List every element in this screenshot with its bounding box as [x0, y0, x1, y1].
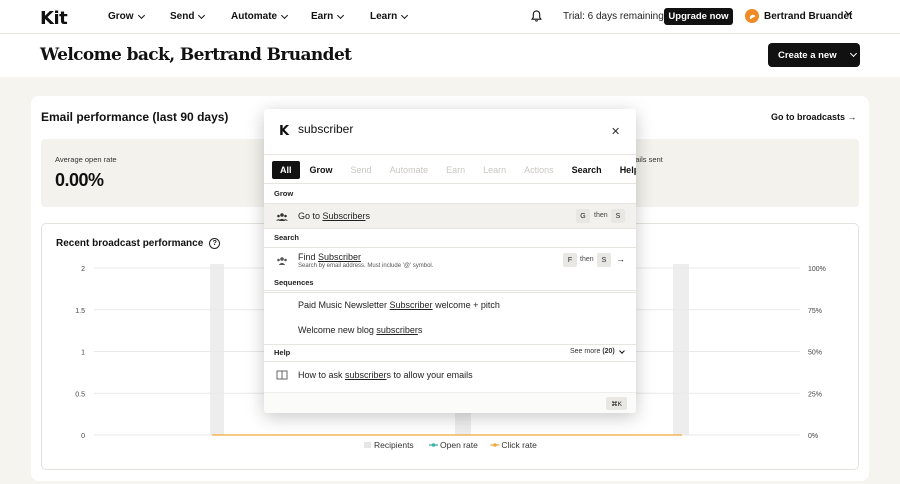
- upgrade-button[interactable]: Upgrade now: [664, 8, 733, 25]
- shortcut-key: G: [576, 209, 590, 223]
- trial-status: Trial: 6 days remaining: [563, 11, 664, 22]
- nav-item-learn[interactable]: Learn: [370, 11, 409, 22]
- kit-logo[interactable]: Kit: [40, 8, 68, 29]
- empty-bar-band: [210, 264, 224, 435]
- tab-grow[interactable]: Grow: [302, 161, 341, 179]
- user-name[interactable]: Bertrand Bruandet: [764, 11, 852, 22]
- nav-item-grow[interactable]: Grow: [108, 11, 145, 22]
- users-icon: [277, 257, 287, 265]
- command-search-input[interactable]: [298, 122, 598, 136]
- chevron-down-icon: [618, 348, 625, 354]
- chevron-down-icon: [137, 11, 145, 19]
- y-right-tick-label: 25%: [808, 391, 822, 398]
- category-tabs: All Grow Send Automate Earn Learn Action…: [272, 161, 636, 179]
- shortcut-key: F: [563, 253, 577, 267]
- avatar[interactable]: [745, 9, 759, 23]
- users-icon: [276, 213, 288, 221]
- book-icon: [276, 370, 288, 380]
- section-help: Help: [274, 348, 291, 357]
- divider: [264, 154, 636, 155]
- chevron-down-icon: [281, 11, 289, 19]
- close-icon[interactable]: ✕: [611, 125, 620, 138]
- shortcut-key: S: [611, 209, 625, 223]
- tab-actions: Actions: [524, 165, 554, 175]
- nav-item-send[interactable]: Send: [170, 11, 206, 22]
- empty-bar-band: [673, 264, 689, 435]
- legend-label: Recipients: [374, 440, 414, 450]
- top-nav: Kit Grow Send Automate Earn Learn Trial:…: [0, 0, 900, 34]
- result-sequence-paid-music[interactable]: Paid Music Newsletter Subscriber welcome…: [264, 292, 636, 318]
- create-new-button[interactable]: Create a new: [768, 43, 860, 67]
- y-right-tick-label: 0%: [808, 433, 818, 440]
- result-find-subscriber[interactable]: Find Subscriber Search by email address.…: [264, 247, 636, 291]
- chevron-down-icon: [337, 11, 345, 19]
- legend-swatch-dot: [431, 443, 436, 447]
- nav-item-earn[interactable]: Earn: [311, 11, 345, 22]
- section-grow: Grow: [274, 189, 294, 198]
- tab-help[interactable]: Help: [612, 161, 636, 179]
- result-label: Find Subscriber: [298, 252, 362, 262]
- stat-open-rate-label: Average open rate: [55, 155, 117, 164]
- create-new-label: Create a new: [778, 49, 837, 61]
- legend-swatch: [364, 442, 371, 448]
- y-right-tick-label: 75%: [808, 308, 822, 315]
- go-to-broadcasts-link[interactable]: Go to broadcasts →: [771, 112, 857, 122]
- keyboard-shortcut-badge: ⌘K: [606, 397, 627, 410]
- page-header: Welcome back, Bertrand Bruandet Create a…: [0, 34, 900, 77]
- shortcut-key: S: [597, 253, 611, 267]
- nav-item-label: Learn: [370, 11, 398, 22]
- y-left-tick-label: 2: [81, 266, 85, 273]
- tab-earn: Earn: [446, 165, 466, 175]
- result-go-to-subscribers[interactable]: Go to Subscribers G then S: [264, 203, 636, 229]
- y-left-tick-label: 0.5: [75, 391, 85, 398]
- result-sequence-blog[interactable]: Welcome new blog subscribers: [264, 318, 636, 344]
- y-left-tick-label: 0: [81, 433, 85, 440]
- nav-item-label: Earn: [311, 11, 334, 22]
- result-label: Welcome new blog subscribers: [298, 325, 423, 335]
- y-left-tick-label: 1.5: [75, 308, 85, 315]
- stat-open-rate-value: 0.00%: [55, 170, 104, 190]
- divider: [264, 344, 636, 345]
- legend-label: Open rate: [440, 440, 478, 450]
- legend-swatch-dot: [493, 443, 497, 447]
- legend-label: Click rate: [501, 440, 537, 450]
- tab-all[interactable]: All: [272, 161, 300, 179]
- result-description: Search by email address. Must include '@…: [298, 263, 434, 269]
- shortcut-then: then: [594, 212, 608, 219]
- tab-learn: Learn: [483, 165, 507, 175]
- divider: [264, 183, 636, 184]
- shortcut-then: then: [580, 256, 594, 263]
- result-label: Paid Music Newsletter Subscriber welcome…: [298, 300, 500, 310]
- chevron-down-icon: [849, 49, 857, 58]
- nav-item-automate[interactable]: Automate: [231, 11, 289, 22]
- result-label: How to ask subscribers to allow your ema…: [298, 370, 473, 380]
- section-search: Search: [274, 233, 300, 242]
- section-sequences: Sequences: [274, 278, 314, 287]
- bell-icon[interactable]: [531, 10, 542, 22]
- result-label: Go to Subscribers: [298, 211, 371, 221]
- chevron-down-icon: [401, 11, 409, 19]
- nav-item-label: Send: [170, 11, 195, 22]
- y-right-tick-label: 50%: [808, 350, 822, 357]
- palette-footer: ⌘K: [264, 392, 636, 413]
- arrow-right-icon: →: [616, 254, 625, 264]
- result-help-article[interactable]: How to ask subscribers to allow your ema…: [264, 362, 636, 388]
- nav-item-label: Automate: [231, 11, 278, 22]
- nav-item-label: Grow: [108, 11, 134, 22]
- command-palette: K ✕ All Grow Send Automate Earn Learn Ac…: [264, 109, 636, 413]
- card-title: Email performance (last 90 days): [41, 110, 229, 124]
- kit-logo: K: [279, 124, 290, 139]
- tab-search[interactable]: Search: [564, 161, 610, 179]
- see-more-link[interactable]: See more (20): [570, 348, 625, 355]
- chevron-down-icon: [198, 11, 206, 19]
- tab-automate: Automate: [389, 165, 429, 175]
- page-title: Welcome back, Bertrand Bruandet: [40, 45, 352, 65]
- y-left-tick-label: 1: [81, 350, 85, 357]
- tab-send: Send: [350, 165, 372, 175]
- y-right-tick-label: 100%: [808, 266, 826, 273]
